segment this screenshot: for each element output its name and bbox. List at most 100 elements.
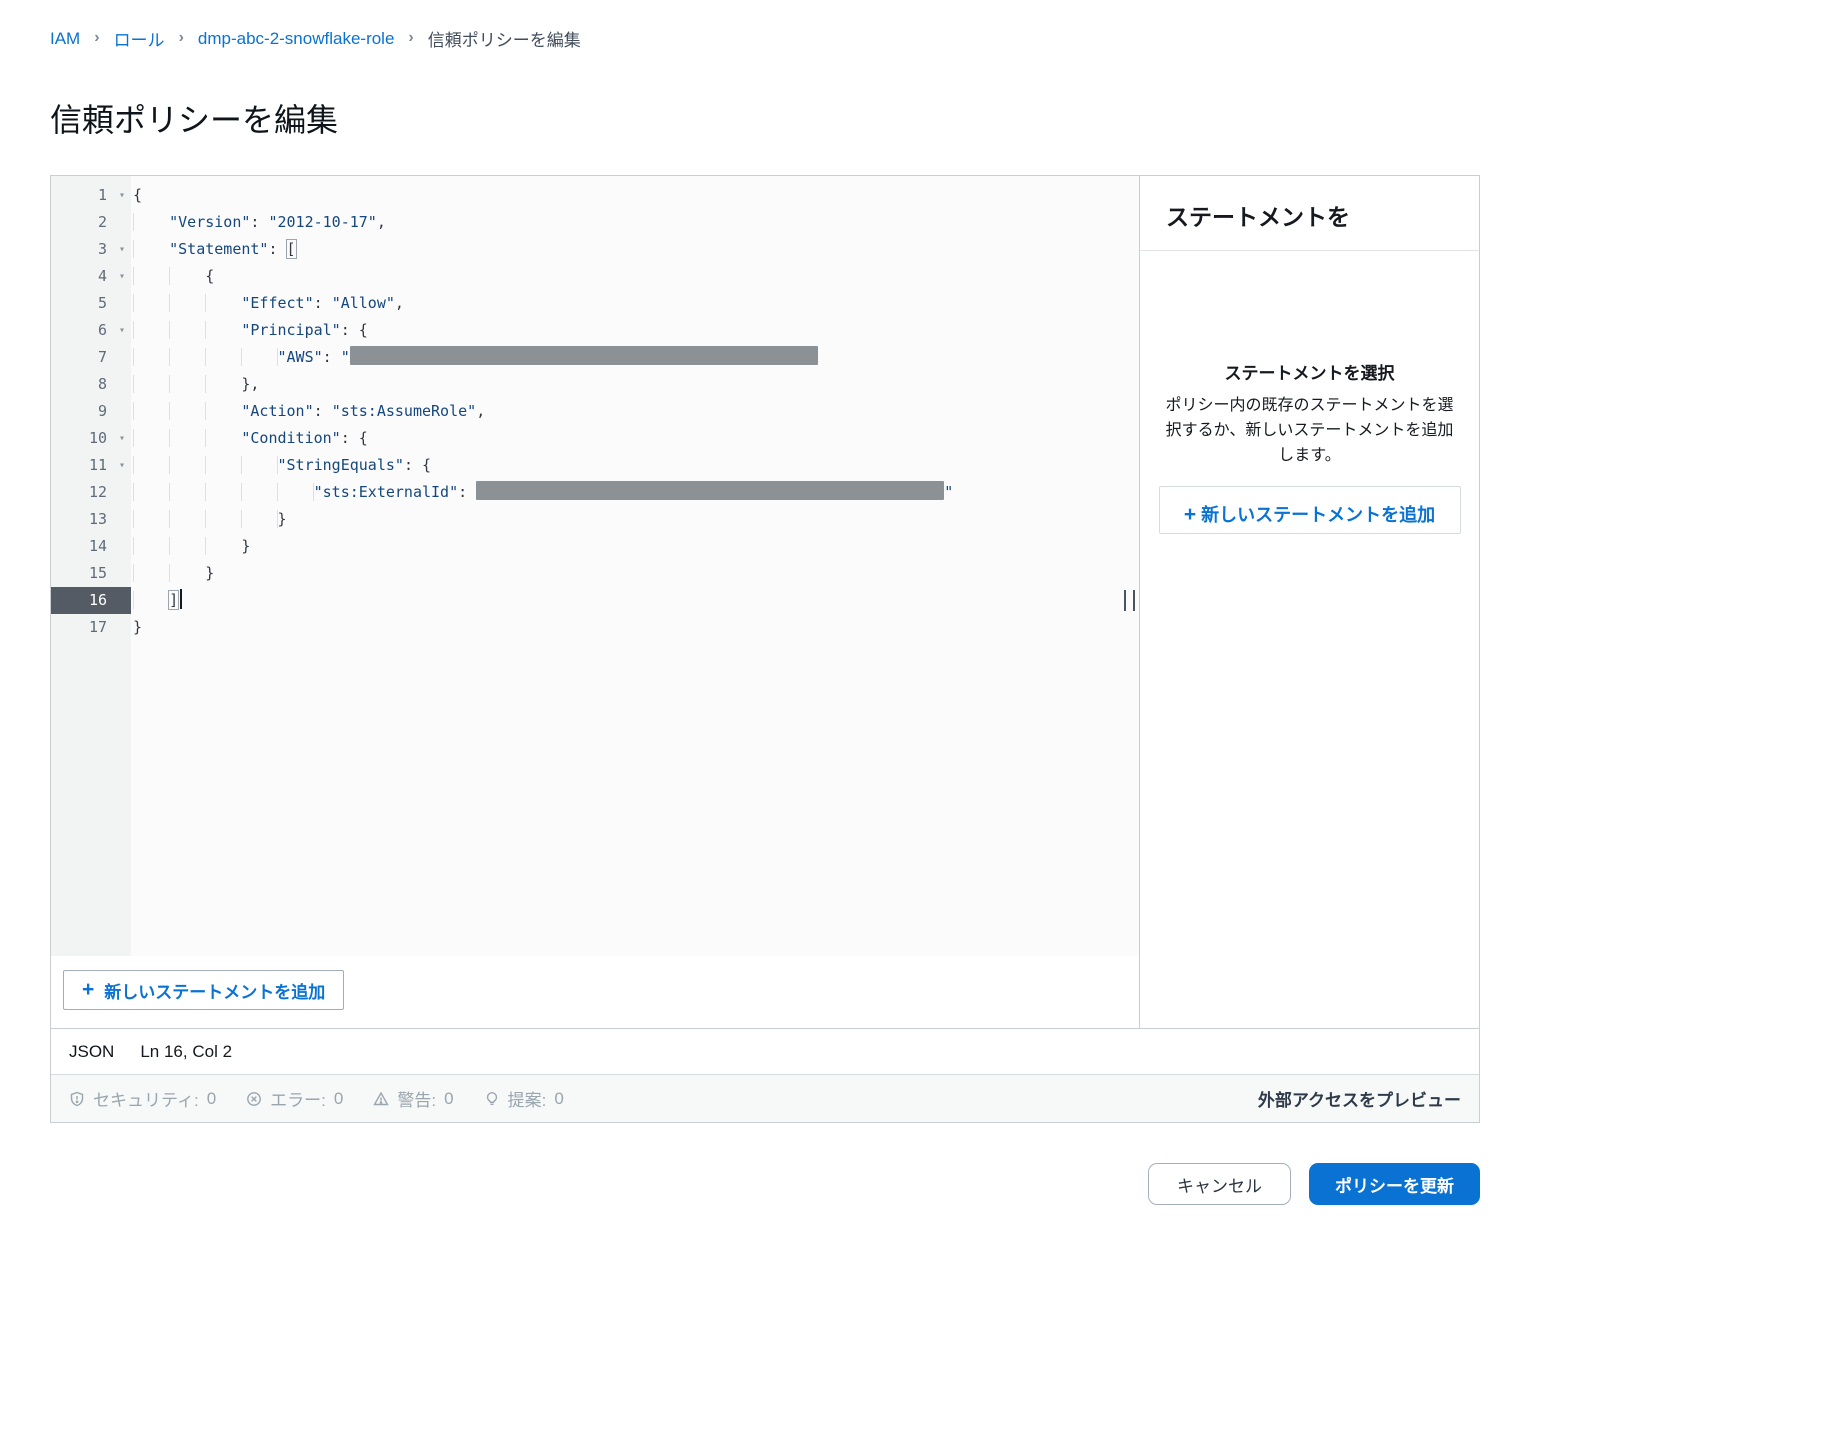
code-line[interactable]: {: [133, 263, 1139, 290]
code-lines[interactable]: { "Version": "2012-10-17", "Statement": …: [131, 176, 1139, 956]
fold-arrow-icon[interactable]: ▾: [119, 236, 125, 263]
gutter-line[interactable]: 14: [51, 533, 131, 560]
fold-arrow-icon[interactable]: ▾: [119, 452, 125, 479]
code-token: :: [250, 213, 268, 231]
editor-actions: + 新しいステートメントを追加: [51, 956, 1139, 1028]
code-token: }: [205, 564, 214, 582]
breadcrumb-iam[interactable]: IAM: [50, 29, 80, 49]
matched-bracket: [: [287, 240, 296, 258]
gutter-line[interactable]: 6▾: [51, 317, 131, 344]
fold-arrow-icon[interactable]: ▾: [119, 182, 125, 209]
code-token: },: [241, 375, 259, 393]
empty-state-title: ステートメントを選択: [1159, 359, 1461, 384]
fold-arrow-icon[interactable]: ▾: [119, 317, 125, 344]
code-token: "StringEquals": [278, 456, 404, 474]
code-token: "Statement": [169, 240, 268, 258]
code-token: : {: [341, 429, 368, 447]
line-number: 9: [51, 398, 131, 425]
add-statement-button[interactable]: + 新しいステートメントを追加: [63, 970, 344, 1010]
chevron-right-icon: ›: [408, 29, 413, 47]
gutter-line[interactable]: 17: [51, 614, 131, 641]
errors-label: エラー:: [270, 1086, 326, 1111]
code-token: :: [314, 402, 332, 420]
gutter-line[interactable]: 3▾: [51, 236, 131, 263]
shield-icon: [69, 1091, 85, 1107]
gutter-line[interactable]: 8: [51, 371, 131, 398]
code-line[interactable]: {: [133, 182, 1139, 209]
code-line[interactable]: }: [133, 560, 1139, 587]
gutter-line[interactable]: 11▾: [51, 452, 131, 479]
side-panel-title: ステートメントを: [1140, 176, 1479, 251]
breadcrumb: IAM › ロール › dmp-abc-2-snowflake-role › 信…: [50, 0, 1480, 51]
code-token: [133, 564, 205, 582]
gutter-line[interactable]: 4▾: [51, 263, 131, 290]
lightbulb-icon: [484, 1091, 500, 1107]
redacted-value: [350, 346, 818, 365]
code-line[interactable]: "StringEquals": {: [133, 452, 1139, 479]
code-token: ,: [395, 294, 404, 312]
code-line[interactable]: }: [133, 614, 1139, 641]
code-token: [133, 348, 278, 366]
gutter-line[interactable]: 15: [51, 560, 131, 587]
gutter-line[interactable]: 9: [51, 398, 131, 425]
code-token: "Allow": [332, 294, 395, 312]
gutter-line[interactable]: 13: [51, 506, 131, 533]
security-findings: セキュリティ: 0: [69, 1086, 216, 1111]
breadcrumb-current: 信頼ポリシーを編集: [428, 26, 581, 51]
line-number: 13: [51, 506, 131, 533]
preview-external-access-link[interactable]: 外部アクセスをプレビュー: [1258, 1086, 1461, 1111]
code-line[interactable]: "Effect": "Allow",: [133, 290, 1139, 317]
code-line[interactable]: "Condition": {: [133, 425, 1139, 452]
cancel-button[interactable]: キャンセル: [1148, 1163, 1291, 1205]
code-line[interactable]: }: [133, 533, 1139, 560]
code-token: ,: [476, 402, 485, 420]
code-token: "sts:ExternalId": [314, 483, 459, 501]
json-code-editor[interactable]: 1▾23▾4▾56▾78910▾11▾121314151617 { "Versi…: [51, 176, 1139, 956]
update-policy-button[interactable]: ポリシーを更新: [1309, 1163, 1480, 1205]
editor-column: 1▾23▾4▾56▾78910▾11▾121314151617 { "Versi…: [51, 176, 1139, 1028]
code-token: {: [133, 186, 142, 204]
code-line[interactable]: "Principal": {: [133, 317, 1139, 344]
fold-arrow-icon[interactable]: ▾: [119, 425, 125, 452]
code-line[interactable]: }: [133, 506, 1139, 533]
code-line[interactable]: "AWS": ": [133, 344, 1139, 371]
warning-triangle-icon: [373, 1091, 389, 1107]
errors-count: 0: [334, 1089, 343, 1109]
editor-mode-label: JSON: [69, 1042, 114, 1062]
line-number: 17: [51, 614, 131, 641]
suggestions-label: 提案:: [508, 1086, 547, 1111]
gutter-line[interactable]: 5: [51, 290, 131, 317]
code-token: [133, 402, 241, 420]
plus-icon: +: [1184, 503, 1196, 526]
gutter: 1▾23▾4▾56▾78910▾11▾121314151617: [51, 176, 131, 956]
text-cursor: [180, 589, 182, 609]
gutter-line[interactable]: 16: [51, 587, 131, 614]
code-token: "Condition": [241, 429, 340, 447]
warnings-label: 警告:: [397, 1086, 436, 1111]
redacted-value: [476, 481, 944, 500]
gutter-line[interactable]: 12: [51, 479, 131, 506]
gutter-line[interactable]: 7: [51, 344, 131, 371]
code-token: "2012-10-17": [268, 213, 376, 231]
code-line[interactable]: ]: [133, 587, 1139, 614]
gutter-line[interactable]: 10▾: [51, 425, 131, 452]
gutter-line[interactable]: 1▾: [51, 182, 131, 209]
breadcrumb-roles[interactable]: ロール: [114, 26, 165, 51]
breadcrumb-role-name[interactable]: dmp-abc-2-snowflake-role: [198, 29, 395, 49]
fold-arrow-icon[interactable]: ▾: [119, 263, 125, 290]
side-add-statement-button[interactable]: + 新しいステートメントを追加: [1159, 486, 1461, 534]
code-line[interactable]: "Version": "2012-10-17",: [133, 209, 1139, 236]
statement-empty-state: ステートメントを選択 ポリシー内の既存のステートメントを選択するか、新しいステー…: [1159, 359, 1461, 534]
code-token: [133, 456, 278, 474]
matched-bracket: ]: [169, 591, 178, 609]
code-line[interactable]: "sts:ExternalId": ": [133, 479, 1139, 506]
code-token: [133, 267, 205, 285]
code-line[interactable]: "Statement": [: [133, 236, 1139, 263]
page-title: 信頼ポリシーを編集: [50, 95, 1480, 141]
line-number: 8: [51, 371, 131, 398]
gutter-line[interactable]: 2: [51, 209, 131, 236]
code-line[interactable]: "Action": "sts:AssumeRole",: [133, 398, 1139, 425]
code-line[interactable]: },: [133, 371, 1139, 398]
policy-editor-panel: 1▾23▾4▾56▾78910▾11▾121314151617 { "Versi…: [50, 175, 1480, 1123]
code-token: "Principal": [241, 321, 340, 339]
